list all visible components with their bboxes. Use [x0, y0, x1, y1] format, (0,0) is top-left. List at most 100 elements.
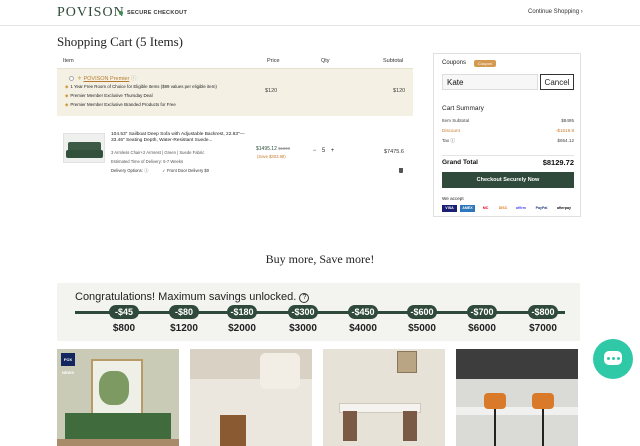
- discount-line: Discount -$1519.8: [442, 128, 574, 133]
- sale-price: $1495.12: [256, 146, 277, 152]
- help-icon[interactable]: ?: [299, 293, 310, 303]
- delivery-choice-text: Front Door Delivery $0: [166, 168, 210, 173]
- discount-value: -$1519.8: [555, 128, 574, 133]
- top-bar: POVISON SECURE CHECKOUT Continue Shoppin…: [0, 0, 640, 26]
- qty-value[interactable]: 5: [319, 148, 328, 154]
- sofa-image: [190, 379, 312, 446]
- check-icon: ◆: [65, 84, 69, 89]
- item-subtotal-label: Item Subtotal: [442, 118, 470, 123]
- info-icon[interactable]: ⓘ: [131, 76, 137, 82]
- tax-line: Tax ⓘ $654.12: [442, 138, 574, 144]
- product-card[interactable]: FOX NEWS: [57, 349, 179, 446]
- fox-news-badge: FOX NEWS: [61, 353, 75, 375]
- qty-plus-button[interactable]: +: [328, 148, 337, 154]
- side-tray-image: [220, 415, 246, 446]
- continue-shopping-text: Continue Shopping: [528, 9, 580, 15]
- tier-threshold: $6000: [468, 323, 496, 334]
- tax-value: $654.12: [557, 138, 574, 143]
- tier-threshold: $7000: [529, 323, 557, 334]
- cart-summary-title: Cart Summary: [442, 105, 484, 112]
- discover-icon: DISC: [498, 206, 508, 210]
- product-thumbnail[interactable]: [63, 133, 105, 163]
- cart-table-header: Item Price Qty Subtotal: [57, 58, 413, 67]
- secure-checkout-label: SECURE CHECKOUT: [119, 10, 187, 16]
- product-card[interactable]: [456, 349, 578, 446]
- premier-radio[interactable]: [69, 76, 74, 82]
- crown-icon: ⚜: [77, 76, 82, 82]
- tier-threshold: $5000: [408, 323, 436, 334]
- qty-minus-button[interactable]: −: [310, 148, 319, 154]
- congrats-text: Congratulations! Maximum savings unlocke…: [75, 291, 297, 303]
- tier-threshold: $800: [112, 323, 136, 334]
- perk-text: 1 Year Free Room of Choice for Eligible …: [70, 84, 217, 89]
- kitchen-cabinet-image: [456, 349, 578, 379]
- item-subtotal: $7475.6: [384, 149, 404, 155]
- tier-discount-pill: -$80: [169, 305, 199, 319]
- floor-image: [57, 439, 179, 446]
- cancel-coupon-button[interactable]: Cancel: [540, 74, 574, 90]
- counter-image: [456, 407, 578, 415]
- product-card[interactable]: [190, 349, 312, 446]
- discount-label: Discount: [442, 128, 460, 133]
- column-qty: Qty: [321, 58, 330, 64]
- check-icon: ◆: [65, 102, 69, 107]
- we-accept-label: We accept: [442, 196, 464, 201]
- continue-shopping-link[interactable]: Continue Shopping ›: [528, 9, 583, 15]
- tier-discount-pill: -$800: [528, 305, 558, 319]
- column-item: Item: [63, 58, 74, 64]
- cart-item-row: 104.53" Sailboat Deep Sofa with Adjustab…: [57, 128, 413, 180]
- congrats-message: Congratulations! Maximum savings unlocke…: [75, 291, 310, 303]
- coupon-badge[interactable]: Coupon: [474, 60, 497, 67]
- tier-discount-pill: -$180: [227, 305, 257, 319]
- checkout-button[interactable]: Checkout Securely Now: [442, 172, 574, 188]
- delivery-options-label: Delivery Options:: [111, 168, 143, 173]
- check-icon: ✓: [162, 168, 166, 173]
- coupon-input[interactable]: [442, 74, 538, 90]
- tier-threshold: $4000: [349, 323, 377, 334]
- cart-summary-panel: Coupons Coupon Cancel Cart Summary Item …: [433, 53, 581, 217]
- stool-leg: [542, 409, 544, 446]
- bar-stool-image: [484, 393, 506, 409]
- paypal-icon: PayPal: [535, 206, 548, 210]
- info-icon[interactable]: ⓘ: [144, 168, 148, 173]
- original-price: $1899: [278, 146, 290, 151]
- wall-art-leaf: [99, 371, 129, 405]
- affirm-icon: affirm: [516, 206, 526, 210]
- savings-tiers-banner: Congratulations! Maximum savings unlocke…: [57, 283, 580, 341]
- tier-discount-pill: -$300: [288, 305, 318, 319]
- afterpay-icon: afterpay: [557, 206, 571, 210]
- bar-stool-image: [532, 393, 554, 409]
- quantity-stepper: −5 +: [310, 148, 337, 154]
- column-price: Price: [267, 58, 280, 64]
- product-options: 3 Armless Chair+2 Armrest | Green | Sued…: [111, 150, 205, 155]
- chat-dot: [607, 357, 610, 360]
- front-door-delivery-option[interactable]: ✓ Front Door Delivery $0: [162, 168, 209, 173]
- coupons-label: Coupons: [442, 60, 467, 66]
- item-savings: (Save $303.88): [257, 154, 286, 159]
- tier-discount-pill: -$450: [348, 305, 378, 319]
- info-icon[interactable]: ⓘ: [450, 138, 455, 143]
- premier-subtotal: $120: [393, 88, 406, 94]
- grand-total-value: $8129.72: [542, 158, 574, 167]
- chevron-right-icon: ›: [580, 9, 583, 15]
- premier-option[interactable]: ⚜ POVISON Premier ⓘ: [69, 74, 136, 82]
- tax-label: Tax: [442, 138, 450, 143]
- product-card[interactable]: [323, 349, 445, 446]
- mastercard-icon: MC: [482, 206, 489, 210]
- tier-discount-pill: -$600: [407, 305, 437, 319]
- amex-icon: AMEX: [460, 205, 475, 212]
- delivery-eta: Estimated Time of Delivery: 5-7 Weeks: [111, 159, 184, 164]
- tier-threshold: $1200: [170, 323, 198, 334]
- trash-icon[interactable]: [399, 168, 403, 173]
- page-title: Shopping Cart (5 Items): [57, 34, 184, 49]
- logo[interactable]: POVISON: [57, 5, 125, 21]
- tier-threshold: $3000: [289, 323, 317, 334]
- chat-button[interactable]: [593, 339, 633, 379]
- visa-icon: VISA: [442, 205, 457, 212]
- item-price: $1495.12 $1899: [256, 146, 290, 152]
- product-name-link[interactable]: 104.53" Sailboat Deep Sofa with Adjustab…: [111, 132, 251, 144]
- dining-chair-image: [403, 411, 417, 441]
- premier-perk: ◆ 1 Year Free Room of Choice for Eligible…: [65, 84, 217, 90]
- premier-row: ⚜ POVISON Premier ⓘ ◆ 1 Year Free Room of…: [57, 68, 413, 116]
- buy-more-heading: Buy more, Save more!: [265, 252, 375, 266]
